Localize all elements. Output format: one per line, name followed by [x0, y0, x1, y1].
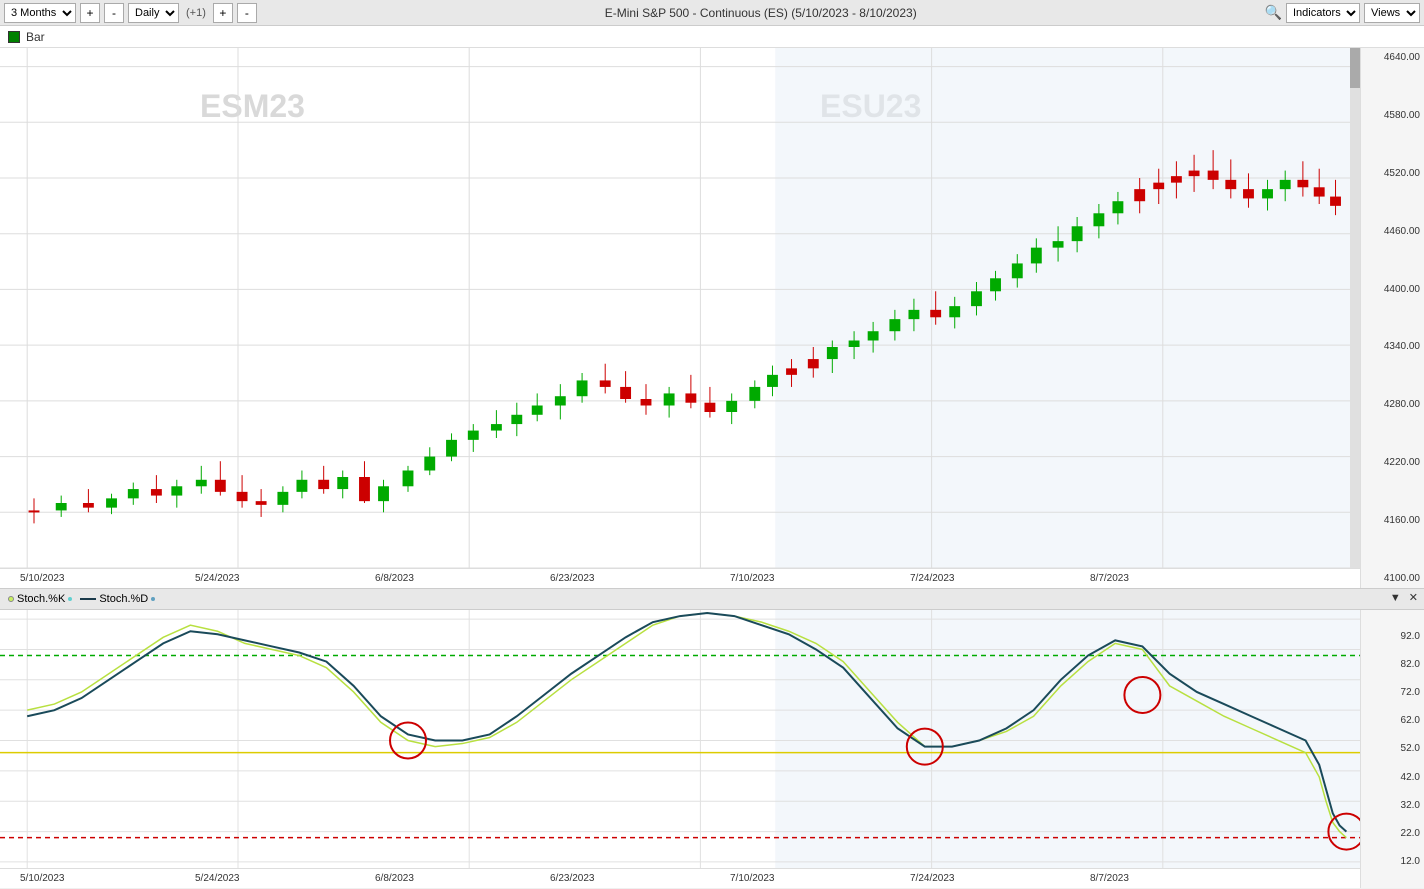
price-label-9: 4100.00	[1365, 573, 1420, 584]
time-label-2: 6/8/2023	[375, 573, 414, 584]
stoch-k-legend: Stoch.%K	[8, 593, 72, 605]
price-label-2: 4520.00	[1365, 168, 1420, 179]
indicators-select[interactable]: Indicators	[1286, 3, 1360, 23]
price-label-6: 4280.00	[1365, 399, 1420, 410]
indicator-close-button[interactable]: ✕	[1407, 591, 1420, 604]
stoch-k-label: Stoch.%K	[17, 593, 65, 605]
stoch-label-7: 22.0	[1365, 828, 1420, 839]
period-select[interactable]: 3 Months	[4, 3, 76, 23]
time-label-6: 8/7/2023	[1090, 573, 1129, 584]
time-label-1: 5/24/2023	[195, 573, 240, 584]
interval-minus-button[interactable]: -	[237, 3, 257, 23]
stoch-time-2: 6/8/2023	[375, 873, 414, 884]
stoch-k-dot	[8, 596, 14, 602]
time-label-5: 7/24/2023	[910, 573, 955, 584]
price-axis: 4640.00 4580.00 4520.00 4460.00 4400.00 …	[1360, 48, 1424, 588]
stoch-d-label: Stoch.%D	[99, 593, 148, 605]
stoch-area: 92.0 82.0 72.0 62.0 52.0 42.0 32.0 22.0 …	[0, 610, 1424, 888]
stoch-d-line-sample	[80, 598, 96, 600]
price-label-8: 4160.00	[1365, 515, 1420, 526]
stoch-time-1: 5/24/2023	[195, 873, 240, 884]
stoch-time-0: 5/10/2023	[20, 873, 65, 884]
price-label-5: 4340.00	[1365, 341, 1420, 352]
toolbar: 3 Months + - Daily (+1) + - E-Mini S&P 5…	[0, 0, 1424, 26]
price-label-0: 4640.00	[1365, 52, 1420, 63]
main-chart-svg	[0, 48, 1424, 588]
interval-badge: (+1)	[183, 7, 209, 19]
stoch-d-legend: Stoch.%D	[80, 593, 155, 605]
stoch-label-2: 72.0	[1365, 687, 1420, 698]
price-label-1: 4580.00	[1365, 110, 1420, 121]
interval-plus-button[interactable]: +	[213, 3, 233, 23]
bar-legend-label: Bar	[26, 30, 45, 44]
stoch-price-axis: 92.0 82.0 72.0 62.0 52.0 42.0 32.0 22.0 …	[1360, 610, 1424, 888]
stoch-label-0: 92.0	[1365, 631, 1420, 642]
stoch-k-dot2	[68, 597, 72, 601]
time-label-4: 7/10/2023	[730, 573, 775, 584]
price-label-7: 4220.00	[1365, 457, 1420, 468]
bar-color-box	[8, 31, 20, 43]
stoch-chart-svg	[0, 610, 1424, 888]
stoch-time-6: 8/7/2023	[1090, 873, 1129, 884]
stoch-time-axis: 5/10/2023 5/24/2023 6/8/2023 6/23/2023 7…	[0, 868, 1360, 888]
interval-select[interactable]: Daily	[128, 3, 179, 23]
stoch-label-3: 62.0	[1365, 715, 1420, 726]
main-chart-area: ESM23 ESU23 4640.00 4580.00 4520.00 4460…	[0, 48, 1424, 588]
stoch-time-5: 7/24/2023	[910, 873, 955, 884]
time-label-3: 6/23/2023	[550, 573, 595, 584]
period-minus-button[interactable]: -	[104, 3, 124, 23]
stoch-label-5: 42.0	[1365, 772, 1420, 783]
stoch-time-4: 7/10/2023	[730, 873, 775, 884]
time-axis: 5/10/2023 5/24/2023 6/8/2023 6/23/2023 7…	[0, 568, 1360, 588]
time-label-0: 5/10/2023	[20, 573, 65, 584]
indicator-collapse-button[interactable]: ▼	[1388, 591, 1403, 604]
price-label-3: 4460.00	[1365, 226, 1420, 237]
legend-bar: Bar	[0, 26, 1424, 48]
period-plus-button[interactable]: +	[80, 3, 100, 23]
stoch-label-8: 12.0	[1365, 856, 1420, 867]
indicator-controls: ▼ ✕	[1388, 591, 1420, 604]
price-label-4: 4400.00	[1365, 284, 1420, 295]
chart-title: E-Mini S&P 500 - Continuous (ES) (5/10/2…	[261, 6, 1261, 20]
search-icon[interactable]: 🔍	[1265, 4, 1282, 21]
chart-scrollbar-thumb[interactable]	[1350, 48, 1360, 88]
stoch-label-6: 32.0	[1365, 800, 1420, 811]
stoch-label-1: 82.0	[1365, 659, 1420, 670]
toolbar-right: 🔍 Indicators Views	[1265, 3, 1420, 23]
stoch-d-dot	[151, 597, 155, 601]
indicator-header: Stoch.%K Stoch.%D ▼ ✕	[0, 588, 1424, 610]
stoch-label-4: 52.0	[1365, 743, 1420, 754]
views-select[interactable]: Views	[1364, 3, 1420, 23]
stoch-time-3: 6/23/2023	[550, 873, 595, 884]
chart-scrollbar-track[interactable]	[1350, 48, 1360, 568]
